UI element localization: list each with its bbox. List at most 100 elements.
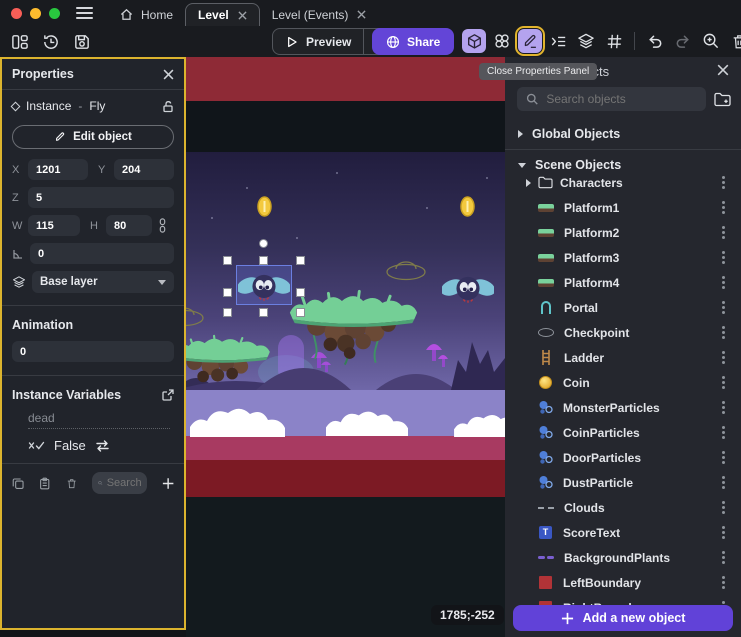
resize-handle[interactable] bbox=[223, 308, 232, 317]
resize-handle[interactable] bbox=[259, 308, 268, 317]
close-icon[interactable] bbox=[163, 69, 174, 80]
object-item[interactable]: DoorParticles bbox=[505, 445, 741, 470]
checkpoint-instance[interactable] bbox=[186, 303, 206, 327]
kebab-menu-icon[interactable] bbox=[722, 456, 725, 459]
tab-level[interactable]: Level bbox=[185, 3, 260, 26]
height-field[interactable] bbox=[106, 215, 152, 236]
object-item[interactable]: ScoreText bbox=[505, 520, 741, 545]
kebab-menu-icon[interactable] bbox=[722, 256, 725, 259]
close-tab-icon[interactable] bbox=[357, 10, 366, 19]
variable-name[interactable]: dead bbox=[28, 411, 170, 429]
variable-value[interactable]: False bbox=[54, 438, 86, 453]
tab-level-events[interactable]: Level (Events) bbox=[260, 3, 379, 26]
object-item[interactable]: BackgroundPlants bbox=[505, 545, 741, 570]
history-button[interactable] bbox=[41, 32, 61, 52]
object-item[interactable]: Platform1 bbox=[505, 195, 741, 220]
kebab-menu-icon[interactable] bbox=[722, 506, 725, 509]
rotate-handle[interactable] bbox=[259, 239, 268, 248]
tab-home[interactable]: Home bbox=[107, 3, 185, 26]
checkpoint-instance[interactable] bbox=[384, 257, 428, 281]
instances-cluster-button[interactable] bbox=[490, 29, 514, 53]
paste-icon[interactable] bbox=[39, 476, 50, 491]
edit-object-button[interactable]: Edit object bbox=[12, 125, 174, 149]
maximize-window-button[interactable] bbox=[49, 8, 60, 19]
top-boundary[interactable] bbox=[186, 57, 505, 101]
scene-canvas[interactable]: 1785;-252 bbox=[186, 57, 505, 637]
object-item[interactable]: MonsterParticles bbox=[505, 395, 741, 420]
angle-field[interactable] bbox=[30, 243, 174, 264]
layer-select[interactable]: Base layer bbox=[32, 271, 174, 293]
undo-button[interactable] bbox=[643, 29, 667, 53]
object-folder-characters[interactable]: Characters bbox=[505, 170, 741, 195]
variables-search-input[interactable] bbox=[107, 477, 141, 489]
object-item[interactable]: Platform3 bbox=[505, 245, 741, 270]
object-item[interactable]: Coin bbox=[505, 370, 741, 395]
bottom-boundary[interactable] bbox=[186, 460, 505, 497]
object-item[interactable]: Clouds bbox=[505, 495, 741, 520]
resize-handle[interactable] bbox=[296, 308, 305, 317]
object-item[interactable]: LeftBoundary bbox=[505, 570, 741, 595]
resize-handle[interactable] bbox=[223, 256, 232, 265]
kebab-menu-icon[interactable] bbox=[722, 281, 725, 284]
kebab-menu-icon[interactable] bbox=[722, 531, 725, 534]
kebab-menu-icon[interactable] bbox=[722, 481, 725, 484]
close-properties-panel-button[interactable] bbox=[518, 29, 542, 53]
coin-instance[interactable] bbox=[460, 196, 475, 217]
object-item[interactable]: Ladder bbox=[505, 345, 741, 370]
instances-list-button[interactable] bbox=[546, 29, 570, 53]
open-variables-icon[interactable] bbox=[162, 389, 174, 401]
z-field[interactable] bbox=[28, 187, 174, 208]
resize-handle[interactable] bbox=[296, 288, 305, 297]
trash-icon[interactable] bbox=[66, 476, 77, 491]
kebab-menu-icon[interactable] bbox=[722, 381, 725, 384]
copy-icon[interactable] bbox=[12, 476, 24, 491]
fly-instance[interactable] bbox=[442, 269, 494, 306]
resize-handle[interactable] bbox=[223, 288, 232, 297]
kebab-menu-icon[interactable] bbox=[722, 306, 725, 309]
kebab-menu-icon[interactable] bbox=[722, 181, 725, 184]
minimize-window-button[interactable] bbox=[30, 8, 41, 19]
object-item[interactable]: Portal bbox=[505, 295, 741, 320]
kebab-menu-icon[interactable] bbox=[722, 206, 725, 209]
fly-instance-selected[interactable] bbox=[238, 267, 290, 304]
resize-handle[interactable] bbox=[259, 256, 268, 265]
kebab-menu-icon[interactable] bbox=[722, 406, 725, 409]
resize-handle[interactable] bbox=[296, 256, 305, 265]
redo-button[interactable] bbox=[671, 29, 695, 53]
object-item[interactable]: DustParticle bbox=[505, 470, 741, 495]
panels-layout-button[interactable] bbox=[10, 32, 30, 52]
save-button[interactable] bbox=[72, 32, 92, 52]
variables-search[interactable] bbox=[92, 472, 147, 494]
kebab-menu-icon[interactable] bbox=[722, 556, 725, 559]
object-item[interactable]: Checkpoint bbox=[505, 320, 741, 345]
zoom-button[interactable] bbox=[699, 29, 723, 53]
kebab-menu-icon[interactable] bbox=[722, 431, 725, 434]
kebab-menu-icon[interactable] bbox=[722, 231, 725, 234]
object-item[interactable]: CoinParticles bbox=[505, 420, 741, 445]
preview-button[interactable]: Preview bbox=[273, 35, 363, 49]
kebab-menu-icon[interactable] bbox=[722, 356, 725, 359]
objects-search-input[interactable] bbox=[546, 92, 697, 106]
menu-icon[interactable] bbox=[76, 7, 93, 19]
kebab-menu-icon[interactable] bbox=[722, 331, 725, 334]
coin-instance[interactable] bbox=[257, 196, 272, 217]
add-new-object-button[interactable]: Add a new object bbox=[513, 605, 733, 631]
layers-button[interactable] bbox=[574, 29, 598, 53]
platform-island[interactable] bbox=[286, 289, 421, 367]
close-tab-icon[interactable] bbox=[238, 11, 247, 20]
objects-search[interactable] bbox=[517, 87, 706, 111]
swap-value-icon[interactable] bbox=[95, 440, 110, 452]
lock-aspect-icon[interactable] bbox=[158, 218, 167, 233]
delete-button[interactable] bbox=[727, 29, 741, 53]
x-field[interactable] bbox=[28, 159, 88, 180]
add-variable-icon[interactable] bbox=[162, 476, 174, 491]
share-button[interactable]: Share bbox=[372, 28, 454, 55]
object-item[interactable]: Platform2 bbox=[505, 220, 741, 245]
view-3d-button[interactable] bbox=[462, 29, 486, 53]
y-field[interactable] bbox=[114, 159, 174, 180]
kebab-menu-icon[interactable] bbox=[722, 581, 725, 584]
grid-button[interactable] bbox=[602, 29, 626, 53]
platform-island[interactable] bbox=[186, 333, 274, 391]
animation-field[interactable] bbox=[12, 341, 174, 362]
global-objects-group[interactable]: Global Objects bbox=[505, 119, 741, 149]
